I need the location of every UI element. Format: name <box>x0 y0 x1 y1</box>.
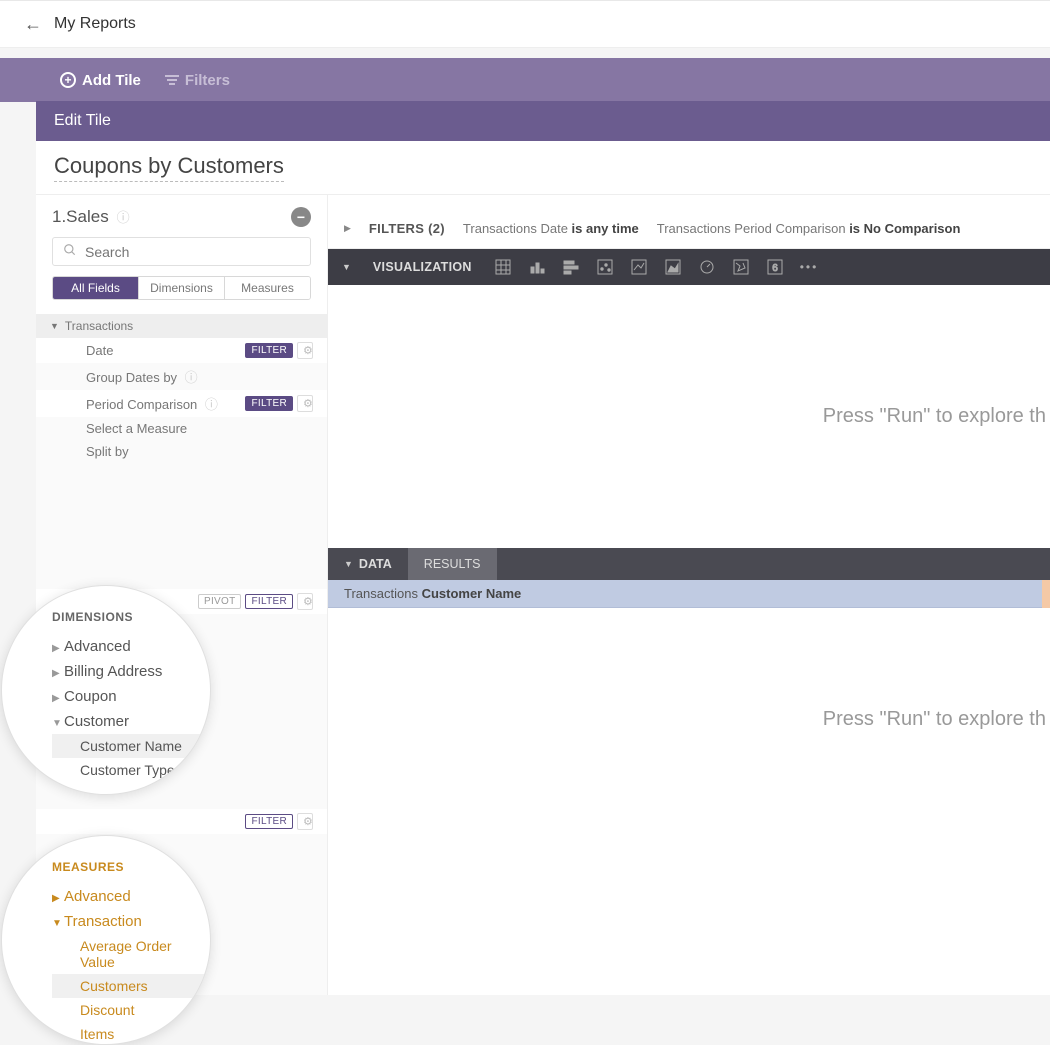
dim-advanced[interactable]: ▶Advanced <box>52 634 210 659</box>
field-label: Group Dates by <box>86 370 177 385</box>
back-icon[interactable]: ← <box>24 14 42 35</box>
caret-right-icon[interactable]: ▶ <box>344 223 351 234</box>
svg-text:6: 6 <box>772 263 778 274</box>
filters-title[interactable]: FILTERS (2) <box>369 221 445 236</box>
remove-explore-button[interactable]: − <box>291 207 311 227</box>
filters-bar: ▶ FILTERS (2) Transactions Date is any t… <box>328 209 1050 249</box>
visualization-label: VISUALIZATION <box>373 260 472 274</box>
field-search[interactable] <box>52 237 311 266</box>
page-title: My Reports <box>54 15 136 33</box>
row-avg-order-bg[interactable]: FILTER ⚙ <box>36 809 327 834</box>
tab-measures[interactable]: Measures <box>225 277 310 299</box>
field-picker-sidebar: 1.Sales ⓘ − All Fields Dimensions Measur… <box>36 195 328 995</box>
data-label[interactable]: DATA <box>359 557 392 571</box>
table-icon[interactable] <box>494 258 512 276</box>
filters-button[interactable]: Filters <box>165 72 230 89</box>
caret-down-icon[interactable]: ▼ <box>342 262 351 272</box>
data-col-1[interactable]: Transactions Customer Name <box>344 586 521 601</box>
data-bar: ▼ DATA RESULTS <box>328 548 1050 580</box>
map-icon[interactable] <box>732 258 750 276</box>
tab-all-fields[interactable]: All Fields <box>53 277 139 299</box>
gear-icon[interactable]: ⚙ <box>297 342 313 359</box>
caret-down-icon[interactable]: ▼ <box>344 559 353 569</box>
gauge-icon[interactable] <box>698 258 716 276</box>
field-label: Period Comparison <box>86 397 197 412</box>
dashboard-toolbar: + Add Tile Filters <box>0 58 1050 102</box>
add-tile-label: Add Tile <box>82 72 141 89</box>
add-tile-button[interactable]: + Add Tile <box>60 72 141 89</box>
dim-customer-name[interactable]: Customer Name <box>52 734 210 758</box>
field-label: Date <box>86 343 113 358</box>
tab-dimensions[interactable]: Dimensions <box>139 277 225 299</box>
data-col-2-edge <box>1042 580 1050 608</box>
pivot-badge[interactable]: PIVOT <box>198 594 242 609</box>
results-tab[interactable]: RESULTS <box>408 548 497 580</box>
scatter-icon[interactable] <box>596 258 614 276</box>
field-split-by[interactable]: Split by <box>36 440 327 463</box>
info-icon[interactable]: ⓘ <box>185 370 198 385</box>
filter-chip-2[interactable]: Transactions Period Comparison is No Com… <box>657 221 961 236</box>
single-value-icon[interactable]: 6 <box>766 258 784 276</box>
run-hint-upper: Press "Run" to explore th <box>328 285 1050 548</box>
gear-icon[interactable]: ⚙ <box>297 395 313 412</box>
filter-badge[interactable]: FILTER <box>245 594 293 609</box>
field-date[interactable]: Date FILTER ⚙ <box>36 338 327 363</box>
workspace: 1.Sales ⓘ − All Fields Dimensions Measur… <box>36 195 1050 995</box>
top-bar: ← My Reports <box>0 0 1050 48</box>
filter-badge[interactable]: FILTER <box>245 396 293 411</box>
callout-measures: MEASURES ▶Advanced ▼Transaction Average … <box>1 835 211 1045</box>
filters-label: Filters <box>185 72 230 89</box>
gear-icon[interactable]: ⚙ <box>297 593 313 610</box>
field-group-dates[interactable]: Group Dates by ⓘ <box>36 363 327 390</box>
filter-badge[interactable]: FILTER <box>245 343 293 358</box>
section-label: Transactions <box>65 319 133 333</box>
plus-circle-icon: + <box>60 72 76 88</box>
field-label: Select a Measure <box>86 421 187 436</box>
search-input[interactable] <box>85 244 300 260</box>
search-icon <box>63 243 77 260</box>
caret-down-icon: ▼ <box>50 321 59 331</box>
data-header-row: Transactions Customer Name <box>328 580 1050 608</box>
field-period-comparison[interactable]: Period Comparison ⓘ FILTER ⚙ <box>36 390 327 417</box>
tile-title-input[interactable]: Coupons by Customers <box>54 153 284 182</box>
meas-transaction[interactable]: ▼Transaction <box>52 909 210 934</box>
field-select-measure[interactable]: Select a Measure <box>36 417 327 440</box>
section-transactions[interactable]: ▼ Transactions <box>36 314 327 338</box>
explore-source-label: 1.Sales <box>52 207 109 226</box>
more-icon[interactable]: ••• <box>800 260 819 274</box>
callout-dimensions: DIMENSIONS ▶Advanced ▶Billing Address ▶C… <box>1 585 211 795</box>
field-label: Split by <box>86 444 129 459</box>
bar-chart-icon[interactable] <box>562 258 580 276</box>
gear-icon[interactable]: ⚙ <box>297 813 313 830</box>
column-chart-icon[interactable] <box>528 258 546 276</box>
tile-title-row: Coupons by Customers <box>36 141 1050 195</box>
dim-coupon[interactable]: ▶Coupon <box>52 684 210 709</box>
filter-chip-1[interactable]: Transactions Date is any time <box>463 221 639 236</box>
visualization-area: ▶ FILTERS (2) Transactions Date is any t… <box>328 195 1050 995</box>
field-tabs: All Fields Dimensions Measures <box>52 276 311 300</box>
meas-customers[interactable]: Customers <box>52 974 210 998</box>
meas-advanced[interactable]: ▶Advanced <box>52 884 210 909</box>
dim-billing-address[interactable]: ▶Billing Address <box>52 659 210 684</box>
run-hint-lower: Press "Run" to explore th <box>328 608 1050 851</box>
edit-tile-panel: Edit Tile Coupons by Customers 1.Sales ⓘ… <box>36 101 1050 995</box>
info-icon[interactable]: ⓘ <box>205 397 218 412</box>
filter-badge[interactable]: FILTER <box>245 814 293 829</box>
info-icon[interactable]: ⓘ <box>117 210 130 225</box>
meas-aov[interactable]: Average Order Value <box>52 934 210 974</box>
dim-customer[interactable]: ▼Customer <box>52 709 210 734</box>
line-chart-icon[interactable] <box>630 258 648 276</box>
filter-icon <box>165 75 179 85</box>
area-chart-icon[interactable] <box>664 258 682 276</box>
panel-header: Edit Tile <box>36 101 1050 141</box>
visualization-bar: ▼ VISUALIZATION 6 ••• <box>328 249 1050 285</box>
